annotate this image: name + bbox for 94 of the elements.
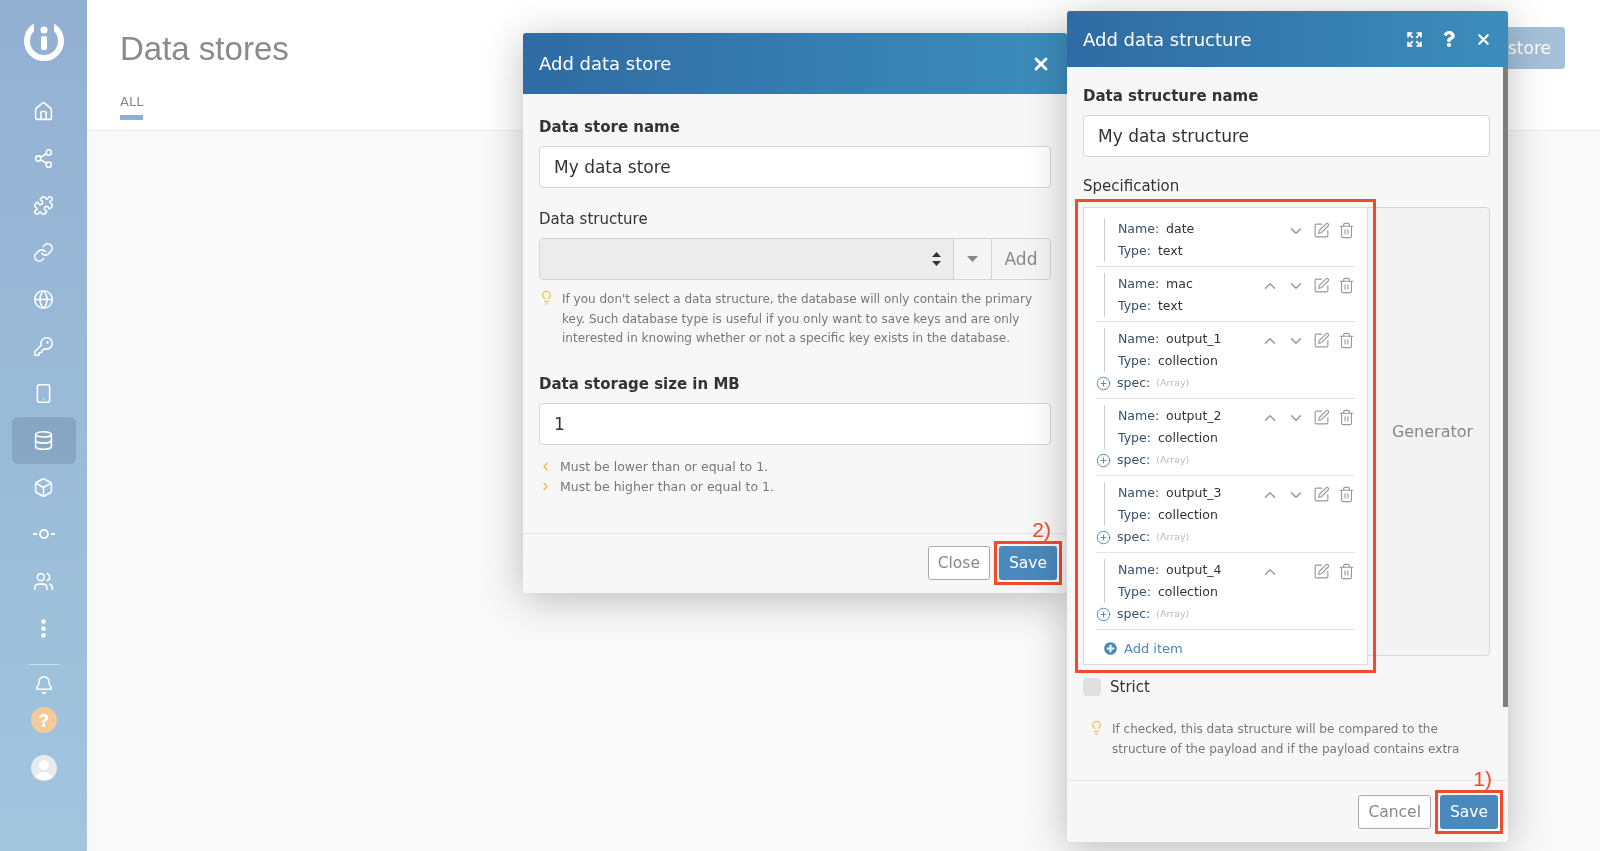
- lightbulb-icon: [1089, 720, 1104, 735]
- field-key: Name:: [1118, 482, 1160, 504]
- edit-icon[interactable]: [1313, 277, 1330, 294]
- annotation-label: 2): [1032, 518, 1051, 542]
- generator-label: Generator: [1390, 421, 1475, 443]
- field-key: Type:: [1118, 240, 1151, 262]
- save-button[interactable]: Save: [1439, 794, 1498, 829]
- field-label: Specification: [1083, 177, 1181, 195]
- field-key: spec:: [1117, 603, 1151, 625]
- help-icon[interactable]: [1441, 31, 1457, 47]
- field-key: Name:: [1118, 405, 1160, 427]
- link-icon: [33, 241, 54, 263]
- trash-icon[interactable]: [1338, 222, 1355, 239]
- input-field[interactable]: My data structure: [1083, 115, 1490, 157]
- plus-icon[interactable]: [1096, 375, 1111, 391]
- field-key: spec:: [1117, 449, 1151, 471]
- field-value: output_2: [1166, 407, 1222, 425]
- edit-icon[interactable]: [1313, 486, 1330, 503]
- trash-icon[interactable]: [1338, 277, 1355, 294]
- edit-icon[interactable]: [1313, 332, 1330, 349]
- field-label: Data structure: [539, 210, 649, 228]
- dialog-title: Add data structure: [1083, 28, 1252, 50]
- edit-icon[interactable]: [1313, 563, 1330, 580]
- expand-icon[interactable]: [1406, 30, 1423, 48]
- input-field[interactable]: 1: [539, 402, 1051, 445]
- field-label: Data structure name: [1083, 87, 1260, 105]
- bell-icon[interactable]: [33, 675, 54, 695]
- help-icon[interactable]: [30, 707, 57, 733]
- users-icon: [33, 570, 54, 592]
- field-value: (Array): [1156, 453, 1190, 467]
- add-item-link[interactable]: Add item: [1096, 630, 1355, 667]
- field-key: Name:: [1118, 559, 1160, 581]
- input-field[interactable]: My data store: [539, 146, 1051, 188]
- more-icon: [41, 618, 46, 638]
- field-value: collection: [1157, 506, 1218, 524]
- home-icon: [33, 100, 54, 122]
- globe-icon: [33, 288, 54, 310]
- commit-icon: [32, 529, 55, 540]
- field-value: output_1: [1166, 330, 1222, 348]
- field-label: Data store name: [539, 118, 681, 136]
- field-value: (Array): [1156, 530, 1190, 544]
- field-value: text: [1157, 297, 1183, 315]
- field-value: collection: [1157, 352, 1218, 370]
- field-key: spec:: [1117, 526, 1151, 548]
- plus-icon[interactable]: [1096, 606, 1111, 622]
- edit-icon[interactable]: [1313, 409, 1330, 426]
- plus-icon[interactable]: [1096, 452, 1111, 468]
- avatar-icon[interactable]: [30, 755, 57, 781]
- edit-icon[interactable]: [1313, 222, 1330, 239]
- field-value: (Array): [1156, 607, 1190, 621]
- field-value: output_4: [1166, 561, 1222, 579]
- field-value: text: [1157, 242, 1183, 260]
- hint-text: If you don't select a data structure, the database will only contain the primary key. Such database type is useful if you only want to save keys and are only interested in knowing whether or not a specific key exists in the database.: [562, 291, 1033, 347]
- hint-text: If checked, this data structure will be compared to the structure of the payload and if the payload contains extra: [1112, 721, 1461, 758]
- database-icon: [33, 429, 54, 451]
- plus-icon[interactable]: [1096, 529, 1111, 545]
- nav-item[interactable]: [11, 417, 76, 464]
- field-key: Type:: [1118, 504, 1151, 526]
- trash-icon[interactable]: [1338, 409, 1355, 426]
- trash-icon[interactable]: [1338, 486, 1355, 503]
- field-value: output_3: [1166, 484, 1222, 502]
- dialog-title: Add data store: [539, 53, 672, 74]
- checkbox-label: Strict: [1110, 678, 1150, 696]
- plus-icon: [1104, 642, 1117, 655]
- tab[interactable]: ALL: [120, 94, 144, 120]
- lightbulb-icon: [539, 290, 554, 305]
- logo[interactable]: [22, 20, 65, 62]
- puzzle-icon: [33, 194, 54, 216]
- page-title: Data stores: [120, 30, 289, 68]
- field-key: Type:: [1118, 350, 1151, 372]
- trash-icon[interactable]: [1338, 332, 1355, 349]
- field-key: Name:: [1118, 328, 1160, 350]
- rule-text: Must be lower than or equal to 1.: [560, 457, 769, 476]
- save-button[interactable]: Save: [998, 546, 1057, 580]
- key-icon: [33, 335, 54, 357]
- close-button[interactable]: Close: [927, 546, 990, 580]
- trash-icon[interactable]: [1338, 563, 1355, 580]
- field-key: Type:: [1118, 581, 1151, 603]
- rule-text: Must be higher than or equal to 1.: [560, 477, 774, 496]
- field-value: (Array): [1156, 376, 1190, 390]
- field-key: Name:: [1118, 218, 1160, 240]
- annotation-label: 1): [1473, 766, 1492, 791]
- cube-icon: [33, 476, 54, 498]
- field-value: collection: [1157, 429, 1218, 447]
- field-label: Data storage size in MB: [539, 374, 741, 393]
- field-key: Name:: [1118, 273, 1160, 295]
- field-value: date: [1166, 220, 1195, 238]
- field-key: Type:: [1118, 427, 1151, 449]
- field-value: mac: [1166, 275, 1193, 293]
- field-value: collection: [1157, 583, 1218, 601]
- field-key: spec:: [1117, 372, 1151, 394]
- cancel-button[interactable]: Cancel: [1358, 794, 1431, 829]
- field-key: Type:: [1118, 295, 1151, 317]
- share-icon: [33, 147, 54, 169]
